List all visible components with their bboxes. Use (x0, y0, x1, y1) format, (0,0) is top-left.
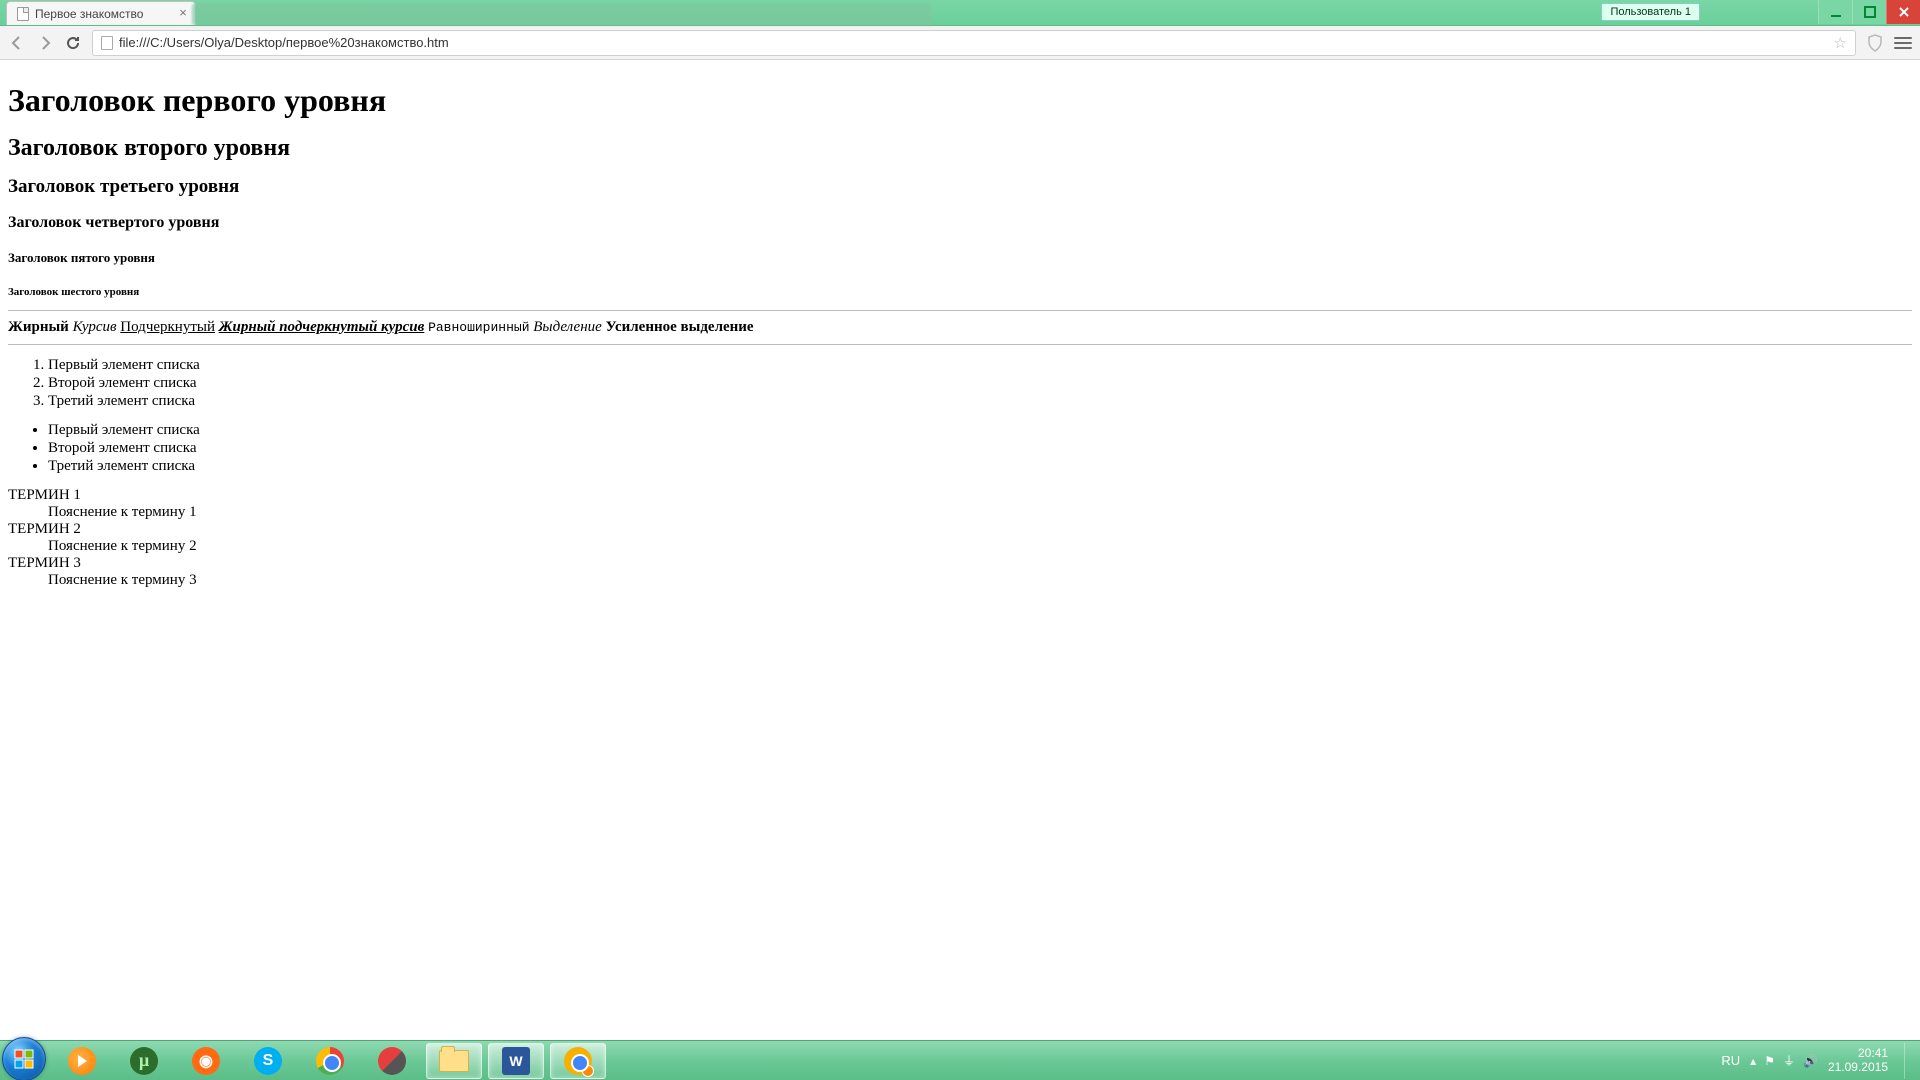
folder-icon (439, 1050, 469, 1072)
start-button[interactable] (2, 1037, 46, 1080)
definition-term: ТЕРМИН 2 (8, 521, 1912, 538)
browser-menu-button[interactable] (1894, 34, 1912, 52)
text-underline: Подчеркнутый (120, 319, 215, 335)
address-bar[interactable]: file:///C:/Users/Olya/Desktop/первое%20з… (92, 30, 1856, 56)
list-item: Третий элемент списка (48, 458, 1912, 475)
tray-time: 20:41 (1858, 1047, 1888, 1060)
background-tabs-blurred (192, 3, 932, 25)
definition-desc: Пояснение к термину 1 (48, 504, 1912, 521)
taskbar-item-explorer[interactable] (426, 1043, 482, 1079)
file-icon (101, 36, 113, 50)
definition-desc: Пояснение к термину 2 (48, 538, 1912, 555)
media-player-icon (68, 1047, 96, 1075)
utorrent-icon: µ (130, 1047, 158, 1075)
reload-button[interactable] (64, 34, 82, 52)
definition-term: ТЕРМИН 3 (8, 555, 1912, 572)
horizontal-rule (8, 344, 1912, 345)
definition-list: ТЕРМИН 1 Пояснение к термину 1 ТЕРМИН 2 … (8, 487, 1912, 589)
browser-tab-active[interactable]: Первое знакомство × (6, 1, 196, 25)
taskbar-item-chrome[interactable] (302, 1043, 358, 1079)
windows-taskbar: µ ◉ S W RU ▴ ⚑ ⏚ 🔊 20:41 21.09.2015 (0, 1040, 1920, 1080)
tray-clock[interactable]: 20:41 21.09.2015 (1828, 1047, 1888, 1073)
taskbar-item-ccleaner[interactable] (364, 1043, 420, 1079)
skype-icon: S (254, 1047, 282, 1075)
taskbar-item-chrome-canary[interactable] (550, 1043, 606, 1079)
definition-desc: Пояснение к термину 3 (48, 572, 1912, 589)
maximize-button[interactable] (1852, 0, 1886, 24)
chrome-canary-icon (564, 1047, 592, 1075)
taskbar-item-media-player[interactable] (54, 1043, 110, 1079)
taskbar-item-word[interactable]: W (488, 1043, 544, 1079)
tab-title: Первое знакомство (35, 7, 143, 21)
tray-network-icon[interactable]: ⏚ (1783, 1052, 1795, 1069)
browser-toolbar: file:///C:/Users/Olya/Desktop/первое%20з… (0, 26, 1920, 60)
chrome-icon (316, 1047, 344, 1075)
taskbar-items: µ ◉ S W (54, 1043, 606, 1079)
ccleaner-icon (378, 1047, 406, 1075)
horizontal-rule (8, 310, 1912, 311)
tray-action-center-icon[interactable]: ⚑ (1764, 1054, 1775, 1068)
language-indicator[interactable]: RU (1721, 1053, 1740, 1068)
heading-h6: Заголовок шестого уровня (8, 286, 1912, 298)
taskbar-item-utorrent[interactable]: µ (116, 1043, 172, 1079)
list-item: Первый элемент списка (48, 422, 1912, 439)
list-item: Третий элемент списка (48, 393, 1912, 410)
tray-chevron-up-icon[interactable]: ▴ (1750, 1054, 1756, 1068)
heading-h3: Заголовок третьего уровня (8, 176, 1912, 198)
text-monospace: Равноширинный (428, 320, 529, 335)
list-item: Первый элемент списка (48, 357, 1912, 374)
forward-button[interactable] (36, 34, 54, 52)
definition-term: ТЕРМИН 1 (8, 487, 1912, 504)
text-strong: Усиленное выделение (606, 319, 754, 335)
privacy-shield-icon[interactable] (1866, 34, 1884, 52)
profile-chip[interactable]: Пользователь 1 (1601, 3, 1700, 21)
text-italic: Курсив (73, 319, 117, 335)
ordered-list: Первый элемент списка Второй элемент спи… (8, 357, 1912, 410)
bookmark-star-icon[interactable]: ☆ (1834, 34, 1847, 52)
close-icon[interactable]: × (177, 7, 189, 19)
heading-h5: Заголовок пятого уровня (8, 250, 1912, 266)
profile-chip-label: Пользователь 1 (1610, 6, 1691, 18)
text-emphasis: Выделение (533, 319, 602, 335)
tray-date: 21.09.2015 (1828, 1061, 1888, 1074)
taskbar-item-skype[interactable]: S (240, 1043, 296, 1079)
system-tray: RU ▴ ⚑ ⏚ 🔊 20:41 21.09.2015 (1721, 1043, 1912, 1079)
heading-h4: Заголовок четвертого уровня (8, 214, 1912, 232)
origin-icon: ◉ (192, 1047, 220, 1075)
tray-icons: ▴ ⚑ ⏚ 🔊 (1750, 1052, 1818, 1069)
back-button[interactable] (8, 34, 26, 52)
close-window-button[interactable] (1886, 0, 1920, 24)
word-icon: W (502, 1047, 530, 1075)
show-desktop-button[interactable] (1904, 1043, 1912, 1079)
page-viewport: Заголовок первого уровня Заголовок второ… (0, 60, 1920, 1040)
window-titlebar: Первое знакомство × Пользователь 1 (0, 0, 1920, 26)
text-styles-line: Жирный Курсив Подчеркнутый Жирный подчер… (8, 319, 1912, 336)
document-icon (17, 7, 29, 21)
list-item: Второй элемент списка (48, 440, 1912, 457)
taskbar-item-origin[interactable]: ◉ (178, 1043, 234, 1079)
tray-volume-icon[interactable]: 🔊 (1803, 1054, 1818, 1068)
heading-h1: Заголовок первого уровня (8, 82, 1912, 119)
text-bold: Жирный (8, 319, 69, 335)
minimize-button[interactable] (1818, 0, 1852, 24)
window-controls (1818, 0, 1920, 24)
unordered-list: Первый элемент списка Второй элемент спи… (8, 422, 1912, 475)
list-item: Второй элемент списка (48, 375, 1912, 392)
address-bar-text: file:///C:/Users/Olya/Desktop/первое%20з… (119, 35, 449, 50)
heading-h2: Заголовок второго уровня (8, 135, 1912, 162)
text-bold-underline-italic: Жирный подчеркнутый курсив (219, 319, 425, 335)
